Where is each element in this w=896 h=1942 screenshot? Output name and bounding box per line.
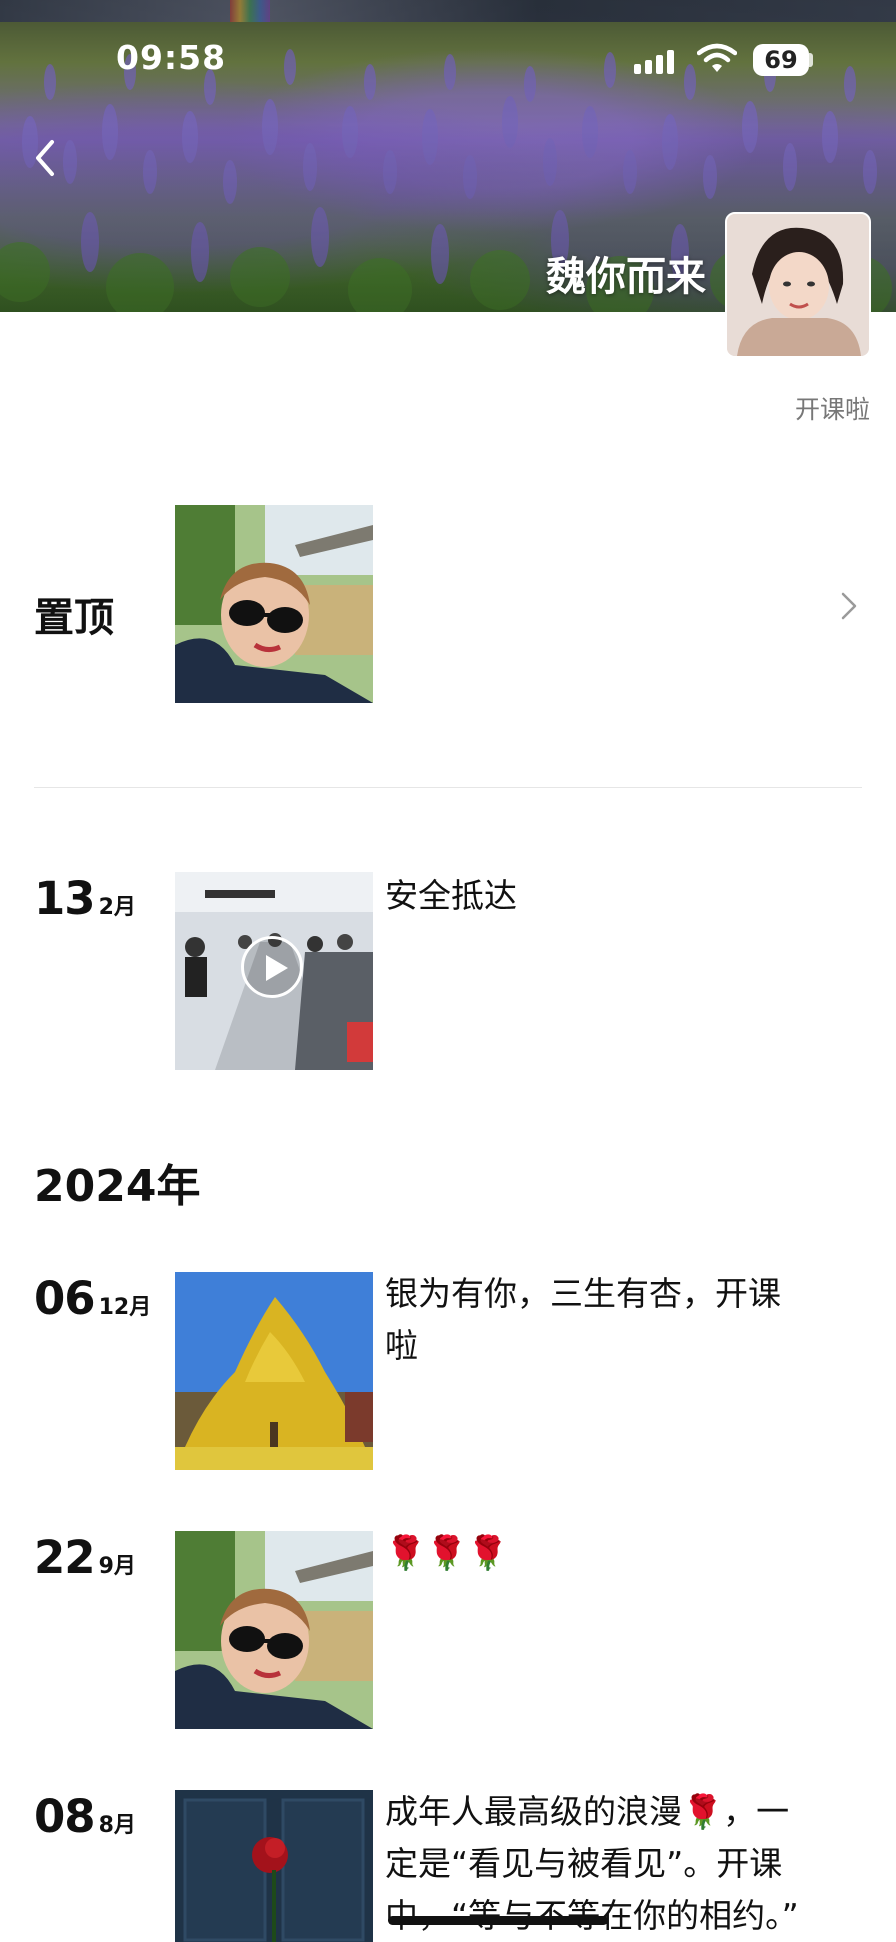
post-text-line: 成年人最高级的浪漫🌹，一: [385, 1792, 790, 1831]
post-month: 9月: [98, 1554, 136, 1579]
post-text: 银为有你，三生有杏，开课 啦: [385, 1268, 830, 1372]
chevron-right-icon: [841, 592, 857, 620]
post-day: 13: [34, 872, 96, 925]
ginkgo-tree-photo: [175, 1272, 373, 1470]
pinned-label: 置顶: [34, 595, 114, 641]
avatar-portrait: [727, 214, 869, 356]
battery-tip: [809, 53, 813, 67]
avatar[interactable]: [725, 212, 871, 358]
back-icon[interactable]: [30, 136, 60, 180]
post-thumbnail[interactable]: [175, 1790, 373, 1942]
post-month: 8月: [98, 1813, 136, 1838]
battery-icon: 69: [753, 44, 809, 76]
post-date: 06 12月: [34, 1272, 151, 1325]
post-text: 🌹🌹🌹: [385, 1533, 509, 1572]
post-day: 08: [34, 1790, 96, 1843]
post-month: 12月: [98, 1295, 152, 1320]
post-text-line: 银为有你，三生有杏，开课: [385, 1274, 781, 1313]
post-date: 13 2月: [34, 872, 136, 925]
post-thumbnail[interactable]: [175, 1531, 373, 1729]
pinned-thumbnail[interactable]: [175, 505, 373, 703]
post-text-line: 定是“看见与被看见”。开课: [385, 1844, 783, 1883]
post-date: 08 8月: [34, 1790, 136, 1843]
profile-name: 魏你而来: [546, 254, 706, 300]
post-thumbnail[interactable]: [175, 1272, 373, 1470]
post-text: 安全抵达: [385, 876, 517, 915]
battery-level: 69: [764, 46, 798, 74]
home-indicator[interactable]: [388, 1916, 608, 1925]
status-time: 09:58: [116, 38, 227, 77]
selfie-sunglasses-photo: [175, 505, 373, 703]
post-date: 22 9月: [34, 1531, 136, 1584]
post-day: 06: [34, 1272, 96, 1325]
red-rose-photo: [175, 1790, 373, 1942]
profile-signature: 开课啦: [794, 395, 870, 424]
pinned-section[interactable]: 置顶: [0, 505, 896, 703]
selfie-sunglasses-photo: [175, 1531, 373, 1729]
divider: [34, 787, 862, 788]
post-text-line: 啦: [385, 1326, 418, 1365]
post-video-thumbnail[interactable]: [175, 872, 373, 1070]
post-month: 2月: [98, 895, 136, 920]
signal-icon: [634, 50, 674, 74]
post-day: 22: [34, 1531, 96, 1584]
play-icon[interactable]: [241, 936, 303, 998]
year-heading: 2024年: [34, 1161, 201, 1212]
wifi-icon: [697, 43, 737, 72]
